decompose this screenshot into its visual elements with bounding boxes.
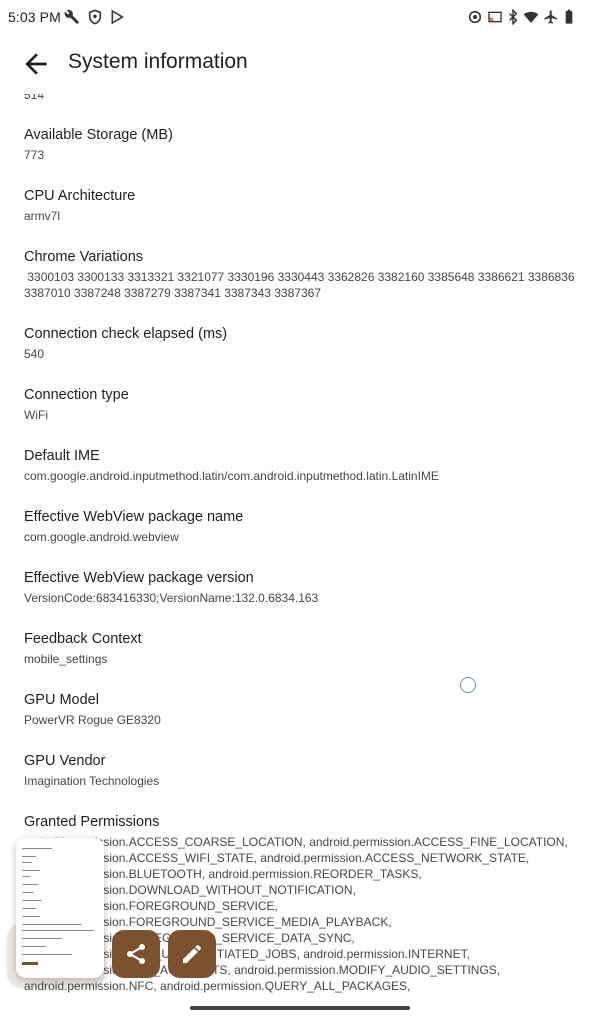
list-item-available-storage[interactable]: Available Storage (MB) 773: [24, 126, 580, 163]
airplane-icon: [543, 9, 559, 25]
item-value: 773: [24, 148, 45, 162]
edit-pencil-icon: [180, 942, 204, 966]
item-title: Feedback Context: [24, 631, 142, 647]
page-title: System information: [68, 50, 248, 73]
list-item-gpu-model[interactable]: GPU Model PowerVR Rogue GE8320: [24, 691, 580, 728]
list-item-webview-package-version[interactable]: Effective WebView package version Versio…: [24, 569, 580, 606]
item-value: mobile_settings: [24, 652, 108, 666]
share-icon: [124, 942, 148, 966]
list-item-gpu-vendor[interactable]: GPU Vendor Imagination Technologies: [24, 752, 580, 789]
item-value: 3300103 3300133 3313321 3321077 3330196 …: [24, 270, 575, 300]
status-time: 5:03 PM: [8, 9, 61, 25]
wrench-icon: [64, 9, 80, 25]
loading-spinner: [460, 677, 476, 693]
list-item-connection-check-elapsed[interactable]: Connection check elapsed (ms) 540: [24, 325, 580, 362]
item-value: com.google.android.inputmethod.latin/com…: [24, 469, 439, 483]
item-value: armv7l: [24, 209, 61, 223]
item-title: CPU Architecture: [24, 188, 136, 204]
list-item-feedback-context[interactable]: Feedback Context mobile_settings: [24, 630, 580, 667]
back-button[interactable]: [20, 48, 52, 80]
item-title: GPU Model: [24, 692, 99, 708]
edit-screenshot-button[interactable]: [168, 930, 216, 978]
item-value: 540: [24, 347, 45, 361]
item-value: PowerVR Rogue GE8320: [24, 713, 161, 727]
item-value: android.permission.ACCESS_COARSE_LOCATIO…: [24, 835, 568, 993]
item-value: Imagination Technologies: [24, 774, 160, 788]
list-item-default-ime[interactable]: Default IME com.google.android.inputmeth…: [24, 447, 580, 484]
item-title: Granted Permissions: [24, 814, 160, 830]
item-value: WiFi: [24, 408, 48, 422]
list-item-webview-package-name[interactable]: Effective WebView package name com.googl…: [24, 508, 580, 545]
item-title: Default IME: [24, 448, 100, 464]
shield-icon: [87, 9, 103, 25]
list-item-chrome-variations[interactable]: Chrome Variations 3300103 3300133 331332…: [24, 248, 580, 301]
item-title: Available Storage (MB): [24, 127, 173, 143]
item-title: Effective WebView package version: [24, 570, 254, 586]
list-item-cpu-architecture[interactable]: CPU Architecture armv7l: [24, 187, 580, 224]
item-title: GPU Vendor: [24, 753, 106, 769]
arrow-back-icon: [20, 48, 52, 80]
item-value: com.google.android.webview: [24, 530, 179, 544]
list-item-granted-permissions[interactable]: Granted Permissions android.permission.A…: [24, 813, 580, 994]
play-store-icon: [109, 9, 125, 25]
screenshot-thumbnail[interactable]: [16, 838, 104, 978]
item-title: Chrome Variations: [24, 249, 144, 265]
cast-icon: [487, 9, 503, 25]
wifi-icon: [523, 9, 539, 25]
share-screenshot-button[interactable]: [112, 930, 160, 978]
list-item-connection-type[interactable]: Connection type WiFi: [24, 386, 580, 423]
app-bar: System information: [0, 34, 600, 94]
bluetooth-icon: [505, 9, 521, 25]
item-title: Connection check elapsed (ms): [24, 326, 228, 342]
item-title: Connection type: [24, 387, 129, 403]
status-bar: 5:03 PM: [0, 0, 600, 34]
item-value: VersionCode:683416330;VersionName:132.0.…: [24, 591, 319, 605]
data-saver-icon: [467, 9, 483, 25]
item-title: Effective WebView package name: [24, 509, 244, 525]
battery-icon: [561, 9, 577, 25]
gesture-nav-handle[interactable]: [190, 1006, 410, 1010]
